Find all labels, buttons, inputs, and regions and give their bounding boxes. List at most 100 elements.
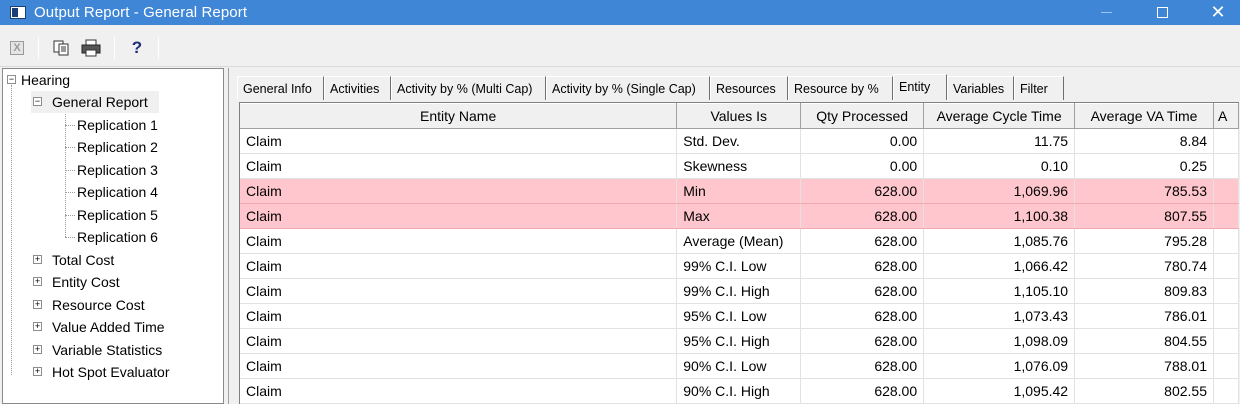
toolbar-separator <box>158 37 159 59</box>
expand-icon[interactable]: + <box>33 277 42 286</box>
expand-icon[interactable]: + <box>33 322 42 331</box>
cell-entity-name[interactable]: Claim <box>240 153 678 179</box>
column-header-values-is[interactable]: Values Is <box>676 103 802 129</box>
cell-values-is[interactable]: 99% C.I. High <box>676 278 802 304</box>
cell-qty-processed[interactable]: 628.00 <box>800 278 925 304</box>
cell-entity-name[interactable]: Claim <box>240 178 678 204</box>
cell-entity-name[interactable]: Claim <box>240 378 678 404</box>
collapse-icon[interactable]: − <box>33 97 42 106</box>
tab-activity-single-cap[interactable]: Activity by % (Single Cap) <box>546 76 710 100</box>
cell-qty-processed[interactable]: 628.00 <box>800 203 925 229</box>
cell-avg-va-time[interactable]: 807.55 <box>1074 203 1214 229</box>
cell-avg-va-time[interactable]: 785.53 <box>1074 178 1214 204</box>
cell-qty-processed[interactable]: 0.00 <box>800 128 925 154</box>
cell-entity-name[interactable]: Claim <box>240 328 678 354</box>
cell-qty-processed[interactable]: 628.00 <box>800 353 925 379</box>
tree-item-label: General Report <box>52 94 148 110</box>
cell-avg-cycle-time[interactable]: 1,098.09 <box>923 328 1076 354</box>
table-row[interactable]: Claim 90% C.I. Low 628.00 1,076.09 788.01 <box>240 353 1239 379</box>
cell-entity-name[interactable]: Claim <box>240 228 678 254</box>
table-row[interactable]: Claim 95% C.I. High 628.00 1,098.09 804.55 <box>240 328 1239 354</box>
close-button[interactable]: ✕ <box>1190 0 1240 25</box>
table-row[interactable]: Claim Min 628.00 1,069.96 785.53 <box>240 178 1239 204</box>
cell-entity-name[interactable]: Claim <box>240 128 678 154</box>
collapse-icon[interactable]: − <box>7 75 16 84</box>
table-row[interactable]: Claim Max 628.00 1,100.38 807.55 <box>240 203 1239 229</box>
cell-values-is[interactable]: 95% C.I. High <box>676 328 802 354</box>
help-button[interactable]: ? <box>126 37 148 59</box>
cell-avg-va-time[interactable]: 802.55 <box>1074 378 1214 404</box>
cell-values-is[interactable]: 90% C.I. High <box>676 378 802 404</box>
cell-avg-va-time[interactable]: 795.28 <box>1074 228 1214 254</box>
expand-icon[interactable]: + <box>33 367 42 376</box>
tab-resource-by-percent[interactable]: Resource by % <box>788 76 893 100</box>
maximize-button[interactable] <box>1134 0 1190 25</box>
cell-qty-processed[interactable]: 628.00 <box>800 178 925 204</box>
column-header-avg-va-time[interactable]: Average VA Time <box>1074 103 1214 129</box>
cell-entity-name[interactable]: Claim <box>240 303 678 329</box>
tab-resources[interactable]: Resources <box>710 76 788 100</box>
cell-qty-processed[interactable]: 628.00 <box>800 378 925 404</box>
cell-entity-name[interactable]: Claim <box>240 203 678 229</box>
copy-button[interactable] <box>50 37 72 59</box>
cell-avg-va-time[interactable]: 786.01 <box>1074 303 1214 329</box>
cell-qty-processed[interactable]: 628.00 <box>800 228 925 254</box>
cell-avg-cycle-time[interactable]: 1,095.42 <box>923 378 1076 404</box>
table-row[interactable]: Claim 99% C.I. Low 628.00 1,066.42 780.74 <box>240 253 1239 279</box>
cell-avg-cycle-time[interactable]: 1,076.09 <box>923 353 1076 379</box>
cell-avg-cycle-time[interactable]: 1,105.10 <box>923 278 1076 304</box>
cell-values-is[interactable]: Max <box>676 203 802 229</box>
tab-activity-multi-cap[interactable]: Activity by % (Multi Cap) <box>391 76 546 100</box>
cell-avg-va-time[interactable]: 809.83 <box>1074 278 1214 304</box>
cell-avg-va-time[interactable]: 8.84 <box>1074 128 1214 154</box>
cell-avg-va-time[interactable]: 780.74 <box>1074 253 1214 279</box>
cell-qty-processed[interactable]: 628.00 <box>800 253 925 279</box>
tab-entity[interactable]: Entity <box>893 74 947 100</box>
cell-qty-processed[interactable]: 628.00 <box>800 328 925 354</box>
cell-avg-cycle-time[interactable]: 1,073.43 <box>923 303 1076 329</box>
tree-item-general-report[interactable]: − General Report <box>31 91 159 113</box>
column-header-entity-name[interactable]: Entity Name <box>240 103 678 129</box>
cell-avg-cycle-time[interactable]: 11.75 <box>923 128 1076 154</box>
column-header-avg-cycle-time[interactable]: Average Cycle Time <box>923 103 1076 129</box>
cell-entity-name[interactable]: Claim <box>240 278 678 304</box>
cell-qty-processed[interactable]: 628.00 <box>800 303 925 329</box>
tab-variables[interactable]: Variables <box>947 76 1014 100</box>
tree-item-label: Resource Cost <box>52 297 145 313</box>
table-row[interactable]: Claim Average (Mean) 628.00 1,085.76 795.28 <box>240 228 1239 254</box>
table-row[interactable]: Claim 95% C.I. Low 628.00 1,073.43 786.01 <box>240 303 1239 329</box>
expand-icon[interactable]: + <box>33 345 42 354</box>
cell-avg-va-time[interactable]: 0.25 <box>1074 153 1214 179</box>
cell-values-is[interactable]: Skewness <box>676 153 802 179</box>
cell-avg-va-time[interactable]: 788.01 <box>1074 353 1214 379</box>
cell-values-is[interactable]: Min <box>676 178 802 204</box>
cell-avg-cycle-time[interactable]: 1,066.42 <box>923 253 1076 279</box>
export-excel-button[interactable]: X <box>6 37 28 59</box>
cell-values-is[interactable]: 95% C.I. Low <box>676 303 802 329</box>
table-row[interactable]: Claim Skewness 0.00 0.10 0.25 <box>240 153 1239 179</box>
cell-entity-name[interactable]: Claim <box>240 253 678 279</box>
tab-activities[interactable]: Activities <box>324 76 391 100</box>
table-row[interactable]: Claim 90% C.I. High 628.00 1,095.42 802.55 <box>240 378 1239 404</box>
table-row[interactable]: Claim Std. Dev. 0.00 11.75 8.84 <box>240 128 1239 154</box>
print-button[interactable] <box>80 37 102 59</box>
column-header-truncated[interactable]: A <box>1213 103 1239 129</box>
table-row[interactable]: Claim 99% C.I. High 628.00 1,105.10 809.83 <box>240 278 1239 304</box>
column-header-qty-processed[interactable]: Qty Processed <box>800 103 925 129</box>
cell-qty-processed[interactable]: 0.00 <box>800 153 925 179</box>
cell-values-is[interactable]: 99% C.I. Low <box>676 253 802 279</box>
cell-avg-cycle-time[interactable]: 1,069.96 <box>923 178 1076 204</box>
cell-avg-cycle-time[interactable]: 0.10 <box>923 153 1076 179</box>
cell-entity-name[interactable]: Claim <box>240 353 678 379</box>
cell-avg-cycle-time[interactable]: 1,100.38 <box>923 203 1076 229</box>
tab-filter[interactable]: Filter <box>1014 76 1064 100</box>
cell-values-is[interactable]: Std. Dev. <box>676 128 802 154</box>
minimize-button[interactable] <box>1078 0 1134 25</box>
expand-icon[interactable]: + <box>33 255 42 264</box>
cell-avg-cycle-time[interactable]: 1,085.76 <box>923 228 1076 254</box>
cell-values-is[interactable]: Average (Mean) <box>676 228 802 254</box>
cell-values-is[interactable]: 90% C.I. Low <box>676 353 802 379</box>
cell-avg-va-time[interactable]: 804.55 <box>1074 328 1214 354</box>
expand-icon[interactable]: + <box>33 300 42 309</box>
tab-general-info[interactable]: General Info <box>237 76 324 100</box>
